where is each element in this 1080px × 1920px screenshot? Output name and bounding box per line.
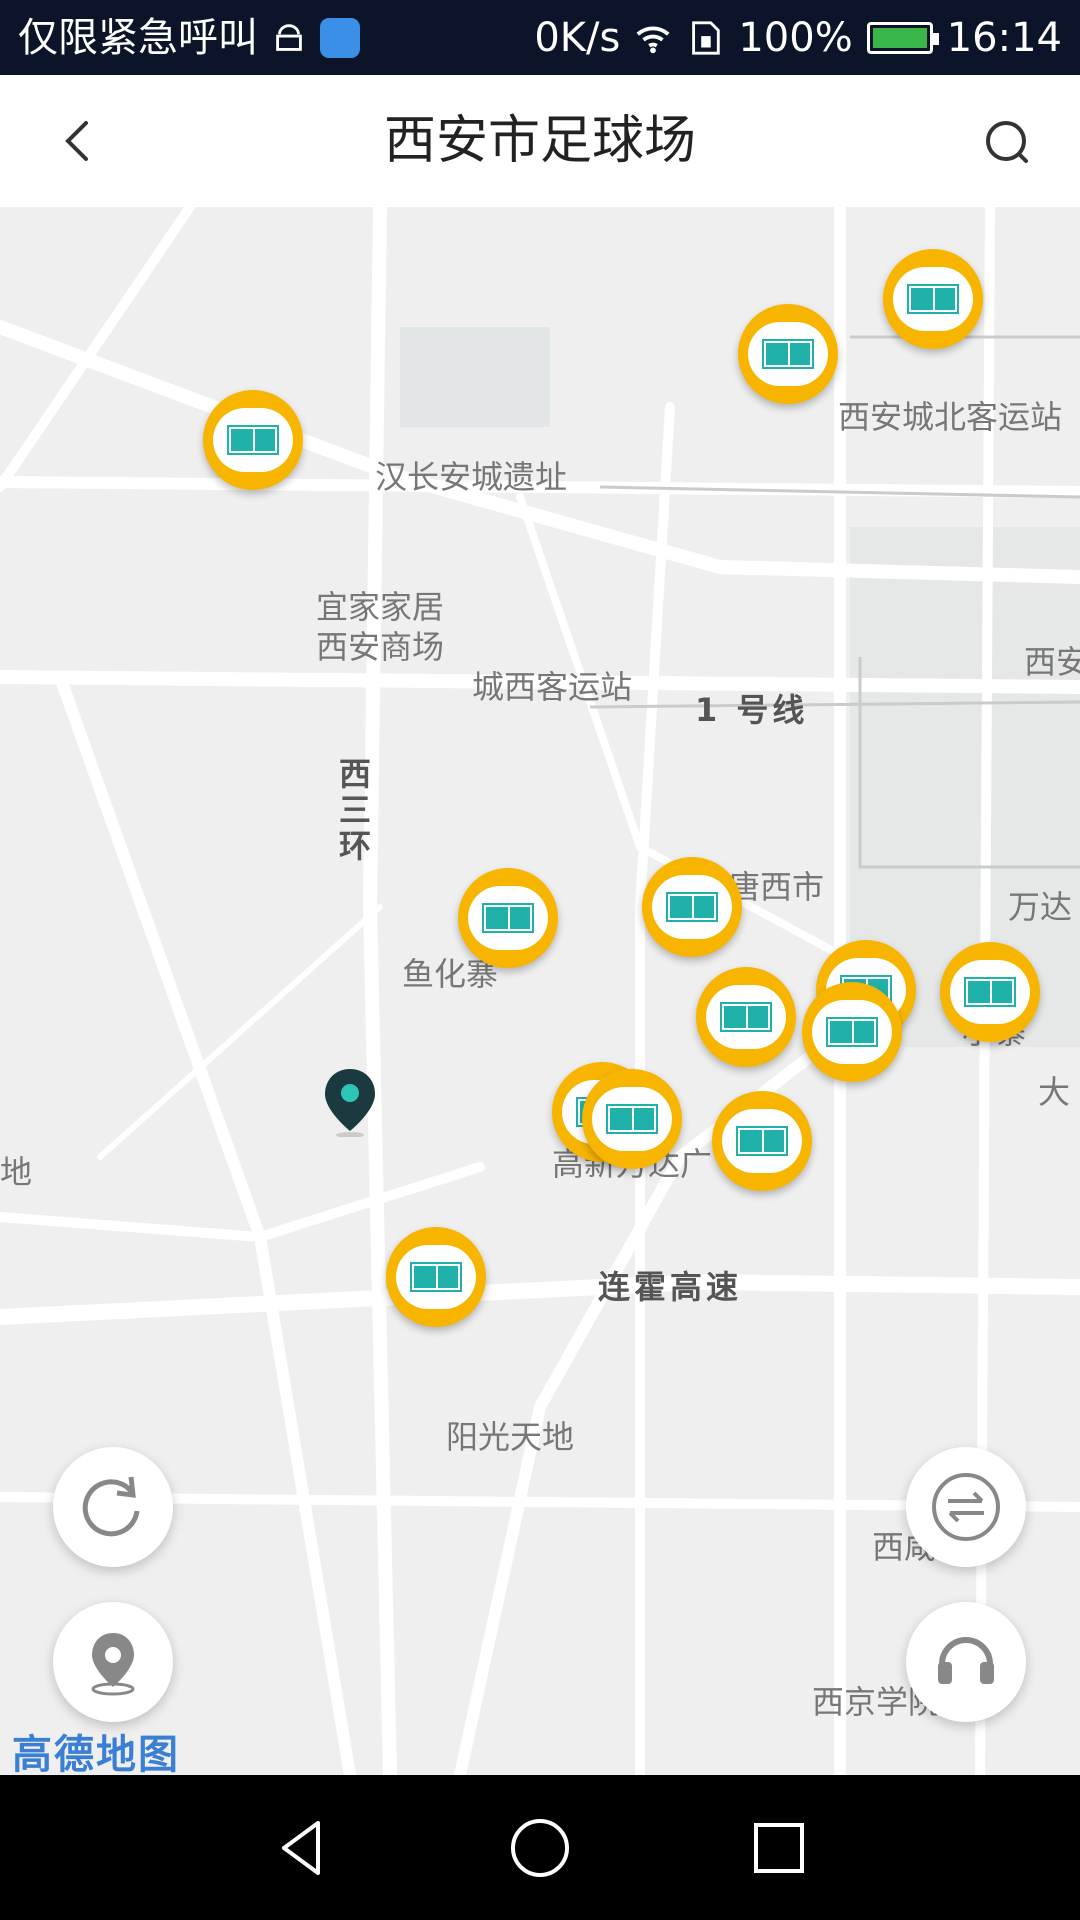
stadium-marker[interactable] <box>386 1227 486 1327</box>
headset-icon <box>938 1637 994 1684</box>
square-recent-icon[interactable] <box>746 1815 812 1881</box>
football-field-icon <box>410 1262 462 1292</box>
football-field-icon <box>227 425 279 455</box>
refresh-button[interactable] <box>53 1447 173 1567</box>
status-right: 0K/s 100% 16:14 <box>534 14 1062 62</box>
status-left: 仅限紧急呼叫 <box>18 14 360 62</box>
system-navigation-bar <box>0 1775 1080 1920</box>
location-icon <box>91 1633 135 1696</box>
map-label-yangguang: 阳光天地 <box>446 1418 575 1456</box>
football-field-icon <box>907 284 959 314</box>
header: 西安市足球场 <box>0 75 1080 207</box>
stadium-marker[interactable] <box>458 868 558 968</box>
battery-percent: 100% <box>738 15 853 61</box>
stadium-marker[interactable] <box>940 942 1040 1042</box>
map-view[interactable]: 西安城北客运站 汉长安城遗址 宜家家居 西安商场 城西客运站 1 号线 西安 西… <box>0 207 1080 1775</box>
status-bar: 仅限紧急呼叫 0K/s 100% 16:14 <box>0 0 1080 75</box>
football-field-icon <box>666 892 718 922</box>
stadium-marker[interactable] <box>582 1069 682 1169</box>
wifi-icon <box>636 26 670 54</box>
page-title: 西安市足球场 <box>383 111 696 171</box>
customer-service-button[interactable] <box>906 1602 1026 1722</box>
football-field-icon <box>720 1002 772 1032</box>
stadium-marker[interactable] <box>203 390 303 490</box>
map-label-beike: 西安城北客运站 <box>838 398 1063 436</box>
circle-home-icon[interactable] <box>507 1815 573 1881</box>
map-label-wanda: 万达 <box>1008 888 1073 926</box>
switch-icon <box>932 1473 1000 1541</box>
stadium-marker[interactable] <box>712 1091 812 1191</box>
map-label-da: 大 <box>1038 1073 1071 1111</box>
sim-icon <box>692 21 721 55</box>
triangle-back-icon[interactable] <box>270 1815 336 1881</box>
football-field-icon <box>826 1017 878 1047</box>
stadium-marker[interactable] <box>696 967 796 1067</box>
map-label-hanchang: 汉长安城遗址 <box>375 458 568 496</box>
battery-icon <box>866 22 939 54</box>
football-field-icon <box>606 1104 658 1134</box>
android-icon <box>276 24 302 51</box>
map-label-chengxi: 城西客运站 <box>472 668 633 706</box>
stadium-marker[interactable] <box>642 857 742 957</box>
map-label-line1: 1 号线 <box>695 691 809 729</box>
net-speed: 0K/s <box>534 15 621 61</box>
map-label-yijia2: 西安商场 <box>316 628 445 666</box>
map-label-tangxi: 唐西市 <box>728 868 825 906</box>
stadium-marker[interactable] <box>802 982 902 1082</box>
football-field-icon <box>482 903 534 933</box>
amap-logo: 高德地图 <box>12 1732 180 1778</box>
switch-button[interactable] <box>906 1447 1026 1567</box>
football-field-icon <box>964 977 1016 1007</box>
football-field-icon <box>762 339 814 369</box>
map-label-xian-edge: 西安 <box>1024 643 1080 681</box>
locate-button[interactable] <box>53 1602 173 1722</box>
football-field-icon <box>736 1126 788 1156</box>
map-label-lianhuo: 连霍高速 <box>598 1268 743 1306</box>
app-notification-icon <box>320 18 360 58</box>
search-icon[interactable] <box>980 115 1036 171</box>
carrier-text: 仅限紧急呼叫 <box>18 15 258 61</box>
current-location-pin-icon <box>325 1069 375 1137</box>
clock: 16:14 <box>946 15 1062 61</box>
refresh-icon <box>82 1476 140 1537</box>
stadium-marker[interactable] <box>883 249 983 349</box>
map-label-xisanhuan: 西三环 <box>334 757 372 865</box>
stadium-marker[interactable] <box>738 304 838 404</box>
map-label-edge-left: 地 <box>0 1153 33 1191</box>
